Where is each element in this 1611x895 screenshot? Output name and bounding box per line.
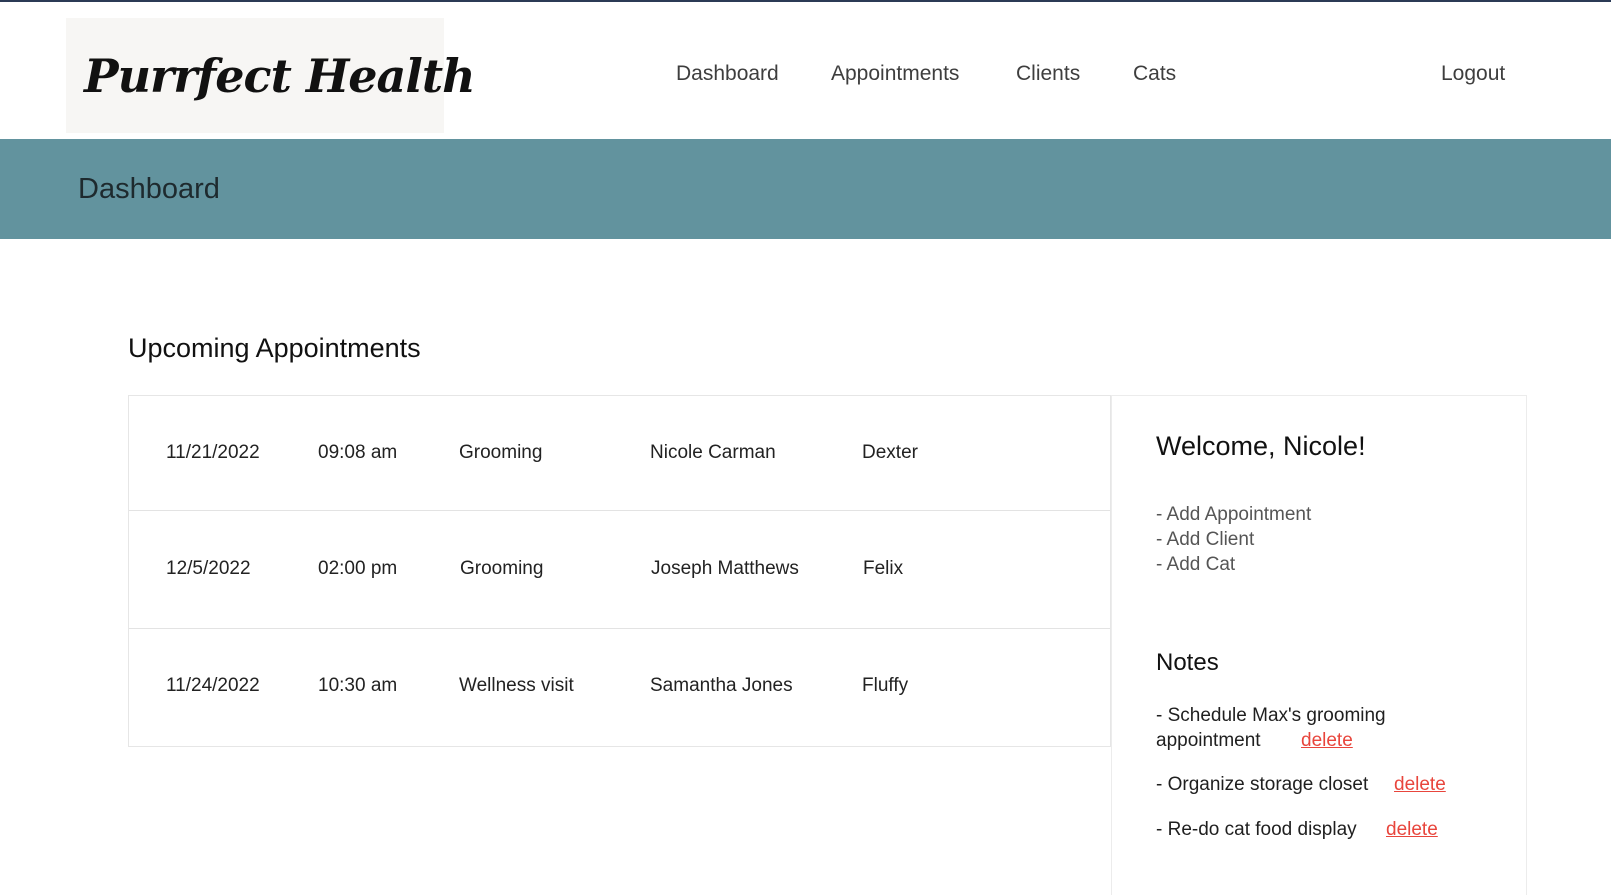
appointment-client: Samantha Jones	[650, 675, 793, 696]
nav-dashboard[interactable]: Dashboard	[676, 60, 779, 88]
delete-note-link[interactable]: delete	[1386, 817, 1438, 842]
note-text: - Re-do cat food display	[1156, 819, 1357, 840]
table-row[interactable]: 11/24/2022 10:30 am Wellness visit Saman…	[129, 629, 1110, 746]
appointment-time: 02:00 pm	[318, 558, 398, 579]
appointments-table: 11/21/2022 09:08 am Grooming Nicole Carm…	[128, 395, 1111, 747]
delete-note-link[interactable]: delete	[1394, 772, 1446, 797]
appointment-cat: Dexter	[862, 442, 918, 463]
welcome-heading: Welcome, Nicole!	[1156, 431, 1366, 461]
appointment-client: Joseph Matthews	[651, 558, 799, 579]
upcoming-appointments-heading: Upcoming Appointments	[128, 333, 421, 363]
appointment-cat: Fluffy	[862, 675, 909, 696]
note-text: appointment	[1156, 730, 1261, 751]
notes-heading: Notes	[1156, 649, 1219, 676]
add-appointment-link[interactable]: - Add Appointment	[1156, 502, 1311, 527]
nav-appointments[interactable]: Appointments	[831, 60, 959, 88]
nav-clients[interactable]: Clients	[1016, 60, 1080, 88]
appointment-date: 11/21/2022	[166, 442, 260, 463]
note-text: - Schedule Max's grooming	[1156, 705, 1386, 726]
note-text: - Organize storage closet	[1156, 774, 1369, 795]
appointment-date: 12/5/2022	[166, 558, 251, 579]
delete-note-link[interactable]: delete	[1301, 728, 1353, 753]
table-row[interactable]: 12/5/2022 02:00 pm Grooming Joseph Matth…	[129, 511, 1110, 629]
add-cat-link[interactable]: - Add Cat	[1156, 552, 1235, 577]
appointment-cat: Felix	[863, 558, 904, 579]
appointment-time: 09:08 am	[318, 442, 398, 463]
sidebar-panel: Welcome, Nicole! - Add Appointment - Add…	[1111, 395, 1527, 895]
page-title-band: Dashboard	[0, 139, 1611, 239]
appointment-date: 11/24/2022	[166, 675, 260, 696]
appointment-service: Grooming	[459, 442, 543, 463]
table-row[interactable]: 11/21/2022 09:08 am Grooming Nicole Carm…	[129, 396, 1110, 511]
nav-cats[interactable]: Cats	[1133, 60, 1176, 88]
appointment-time: 10:30 am	[318, 675, 398, 696]
add-client-link[interactable]: - Add Client	[1156, 527, 1254, 552]
page-title: Dashboard	[78, 173, 220, 205]
appointment-service: Grooming	[460, 558, 544, 579]
appointment-service: Wellness visit	[459, 675, 574, 696]
header: Purrfect Health Dashboard Appointments C…	[0, 2, 1611, 139]
logo-text: Purrfect Health	[84, 48, 476, 103]
appointment-client: Nicole Carman	[650, 442, 776, 463]
logout-link[interactable]: Logout	[1441, 60, 1505, 88]
logo[interactable]: Purrfect Health	[66, 18, 476, 133]
